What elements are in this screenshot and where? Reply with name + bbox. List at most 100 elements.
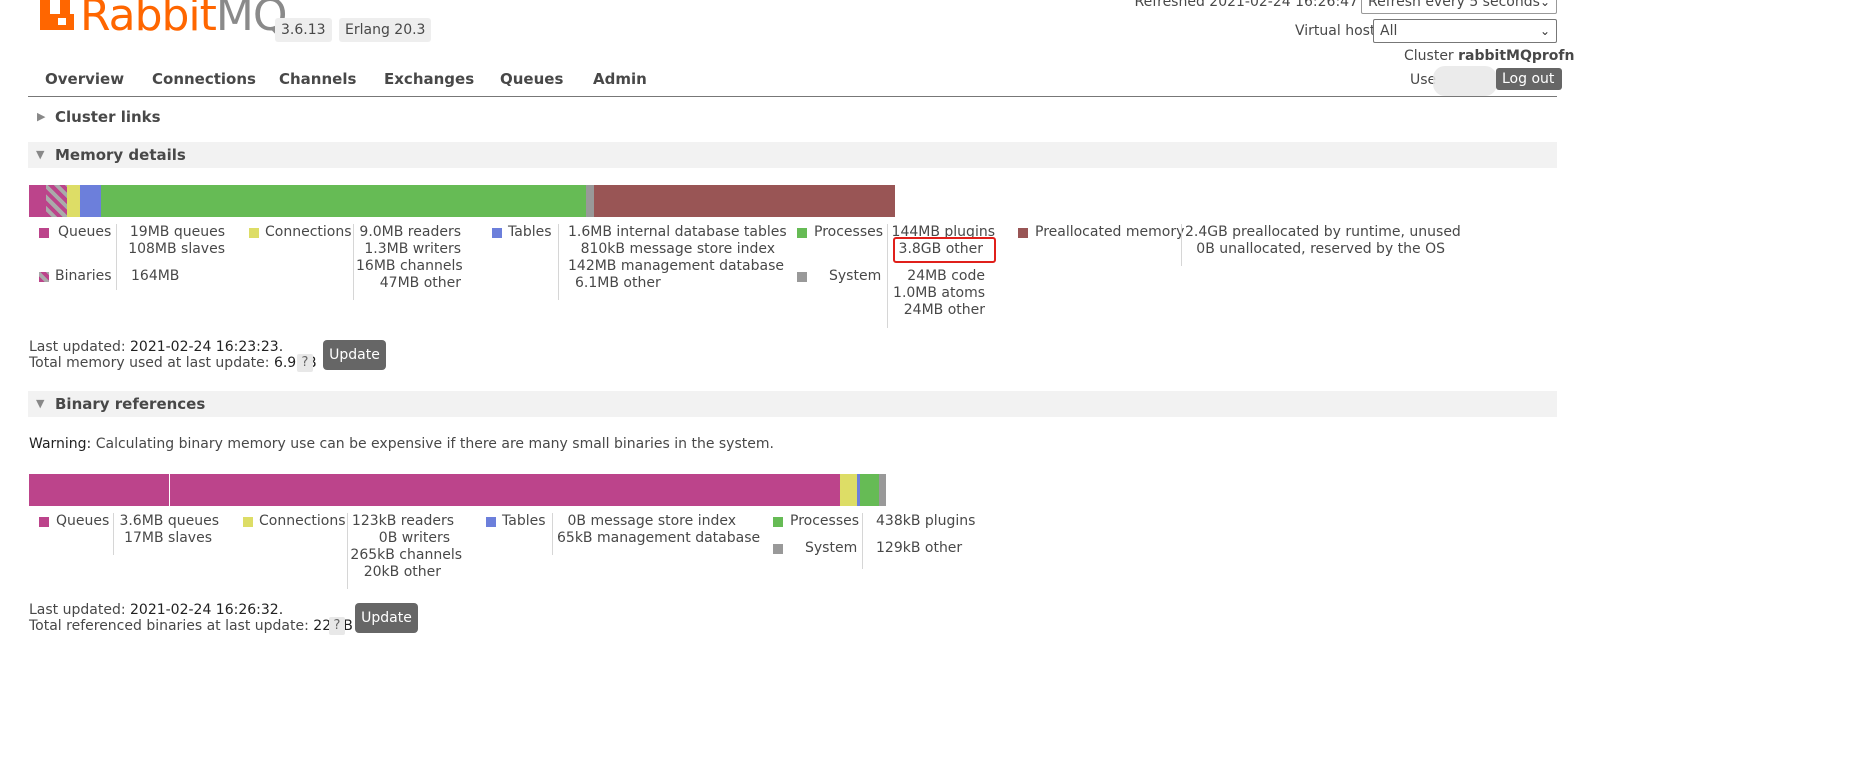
tab-exchanges[interactable]: Exchanges bbox=[384, 70, 474, 88]
value-unallocated: 0B unallocated, reserved by the OS bbox=[1196, 241, 1445, 257]
bar-segment-preallocated bbox=[594, 185, 895, 217]
section-title: Cluster links bbox=[55, 108, 161, 126]
value-message-store-index: 810kB message store index bbox=[580, 241, 775, 257]
value-readers: 123kB readers bbox=[351, 513, 454, 529]
triangle-down-icon: ▼ bbox=[36, 148, 45, 161]
tab-queues[interactable]: Queues bbox=[500, 70, 563, 88]
legend-system: System bbox=[805, 540, 858, 556]
value-tables-other: 6.1MB other bbox=[575, 275, 661, 291]
binary-warning: Warning: Calculating binary memory use c… bbox=[29, 436, 774, 453]
system-swatch bbox=[773, 544, 783, 554]
binary-update-button[interactable]: Update bbox=[355, 603, 418, 633]
bar-segment-binaries bbox=[46, 185, 67, 217]
bar-segment-queues bbox=[29, 474, 169, 506]
memory-last-updated: Last updated: 2021-02-24 16:23:23. bbox=[29, 339, 283, 356]
preallocated-swatch bbox=[1018, 228, 1028, 238]
rabbit-logo-icon bbox=[40, 0, 76, 34]
rabbitmq-logo[interactable]: RabbitMQ bbox=[40, 0, 288, 42]
divider bbox=[552, 513, 553, 555]
value-queues: 19MB queues bbox=[129, 224, 225, 240]
bar-segment-connections bbox=[67, 185, 80, 217]
warning-text: Calculating binary memory use can be exp… bbox=[95, 436, 774, 452]
section-title: Memory details bbox=[55, 146, 186, 164]
legend-tables: Tables bbox=[508, 224, 552, 240]
value-slaves: 108MB slaves bbox=[128, 241, 225, 257]
tab-channels[interactable]: Channels bbox=[279, 70, 356, 88]
binary-references-section-toggle[interactable]: ▼ Binary references bbox=[28, 391, 1557, 417]
divider bbox=[1181, 224, 1182, 266]
legend-connections: Connections bbox=[259, 513, 346, 529]
virtual-host-select[interactable]: All ⌄ bbox=[1373, 19, 1557, 43]
value-readers: 9.0MB readers bbox=[359, 224, 461, 240]
erlang-version-badge: Erlang 20.3 bbox=[339, 18, 432, 42]
bar-segment-system bbox=[879, 474, 886, 506]
help-icon[interactable]: ? bbox=[297, 354, 313, 372]
total-binaries-label: Total referenced binaries at last update… bbox=[29, 618, 309, 634]
tables-swatch bbox=[486, 517, 496, 527]
last-updated-label: Last updated: bbox=[29, 602, 126, 618]
legend-binaries: Binaries bbox=[55, 268, 112, 284]
value-atoms: 1.0MB atoms bbox=[893, 285, 985, 301]
divider bbox=[113, 513, 114, 555]
refresh-interval-select[interactable]: Refresh every 5 seconds ⌄ bbox=[1361, 0, 1557, 14]
legend-queues: Queues bbox=[56, 513, 110, 529]
last-updated-label: Last updated: bbox=[29, 339, 126, 355]
cluster-info: Cluster rabbitMQprofn bbox=[1404, 48, 1574, 64]
value-plugins: 438kB plugins bbox=[876, 513, 976, 529]
preallocated-values: 2.4GB preallocated by runtime, unused 0B… bbox=[1185, 224, 1461, 258]
legend-processes: Processes bbox=[790, 513, 860, 529]
value-management-db: 65kB management database bbox=[557, 530, 761, 546]
bar-segment-connections bbox=[840, 474, 857, 506]
memory-update-button[interactable]: Update bbox=[323, 340, 386, 370]
tab-connections[interactable]: Connections bbox=[152, 70, 256, 88]
divider bbox=[862, 513, 863, 569]
memory-usage-bar bbox=[29, 185, 895, 217]
value-connections-other: 20kB other bbox=[363, 564, 441, 580]
processes-swatch bbox=[773, 517, 783, 527]
tab-admin[interactable]: Admin bbox=[593, 70, 647, 88]
bar-segment-queues bbox=[29, 185, 46, 217]
value-preallocated-runtime: 2.4GB preallocated by runtime, unused bbox=[1185, 224, 1461, 240]
value-writers: 1.3MB writers bbox=[364, 241, 461, 257]
help-icon[interactable]: ? bbox=[329, 617, 345, 635]
legend-processes: Processes bbox=[814, 224, 884, 240]
legend-queues: Queues bbox=[58, 224, 112, 240]
value-writers: 0B writers bbox=[378, 530, 450, 546]
refresh-interval-value: Refresh every 5 seconds bbox=[1368, 0, 1540, 10]
virtual-host-value: All bbox=[1380, 23, 1398, 39]
binary-usage-bar bbox=[29, 474, 886, 506]
binaries-swatch bbox=[39, 272, 49, 282]
cluster-label: Cluster bbox=[1404, 48, 1454, 64]
value-queues: 3.6MB queues bbox=[119, 513, 219, 529]
total-memory-label: Total memory used at last update: bbox=[29, 355, 270, 371]
bar-segment-system bbox=[586, 185, 594, 217]
value-message-store-index: 0B message store index bbox=[567, 513, 737, 529]
legend-system: System bbox=[829, 268, 882, 284]
cluster-name: rabbitMQprofn bbox=[1458, 48, 1575, 64]
queues-swatch bbox=[39, 228, 49, 238]
bar-segment-processes bbox=[101, 185, 586, 217]
queues-swatch bbox=[39, 517, 49, 527]
processes-swatch bbox=[797, 228, 807, 238]
queues-values: 19MB queues 108MB slaves bbox=[118, 224, 225, 258]
highlight-box bbox=[893, 237, 996, 263]
value-channels: 265kB channels bbox=[350, 547, 462, 563]
refreshed-timestamp: Refreshed 2021-02-24 16:26:47 bbox=[1134, 0, 1358, 10]
value-binaries: 164MB bbox=[131, 268, 180, 284]
main-nav: Overview Connections Channels Exchanges … bbox=[28, 68, 1557, 97]
value-internal-db: 1.6MB internal database tables bbox=[568, 224, 787, 240]
memory-total: Total memory used at last update: 6.9GB bbox=[29, 355, 317, 372]
cluster-links-section-toggle[interactable]: ▶ Cluster links bbox=[28, 105, 1557, 129]
value-management-db: 142MB management database bbox=[568, 258, 784, 274]
divider bbox=[558, 224, 559, 300]
value-code: 24MB code bbox=[907, 268, 985, 284]
divider bbox=[887, 224, 888, 328]
last-updated-value: 2021-02-24 16:23:23. bbox=[130, 339, 284, 355]
tab-overview[interactable]: Overview bbox=[45, 70, 124, 88]
value-slaves: 17MB slaves bbox=[124, 530, 212, 546]
legend-tables: Tables bbox=[502, 513, 546, 529]
warning-label: Warning: bbox=[29, 436, 92, 452]
chevron-down-icon: ⌄ bbox=[1539, 24, 1550, 38]
value-connections-other: 47MB other bbox=[379, 275, 461, 291]
memory-details-section-toggle[interactable]: ▼ Memory details bbox=[28, 142, 1557, 168]
